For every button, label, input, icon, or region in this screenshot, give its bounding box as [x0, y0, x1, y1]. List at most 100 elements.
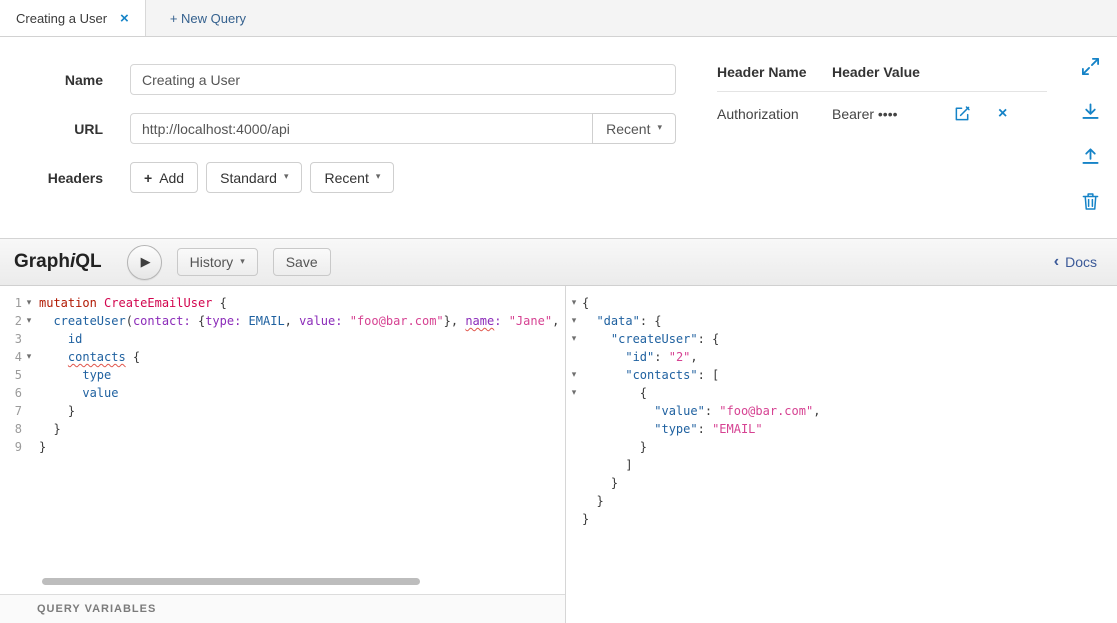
headers-table: Header Name Header Value Authorization B… [717, 64, 1047, 122]
header-value-column: Header Value [832, 64, 952, 80]
save-label: Save [286, 254, 318, 270]
result-line: ▾ "contacts": [ [566, 366, 1117, 384]
logo-graph: Graph [14, 251, 70, 272]
headers-table-header: Header Name Header Value [717, 64, 1047, 92]
result-code: ▾{▾ "data": {▾ "createUser": { "id": "2"… [566, 286, 1117, 528]
query-line: 2▾ createUser(contact: {type: EMAIL, val… [0, 312, 565, 330]
code-text: "id": "2", [582, 348, 698, 366]
result-line: ] [566, 456, 1117, 474]
header-row: Authorization Bearer •••• × [717, 92, 1047, 122]
fold-gutter [566, 402, 582, 420]
code-text: "createUser": { [582, 330, 719, 348]
code-text: "value": "foo@bar.com", [582, 402, 820, 420]
code-text: } [36, 420, 61, 438]
code-text: mutation CreateEmailUser { [36, 294, 227, 312]
new-query-button[interactable]: + New Query [146, 0, 270, 36]
url-input-group: Recent ▾ [130, 113, 676, 144]
fold-toggle-icon[interactable]: ▾ [566, 384, 582, 402]
graphiql-toolbar: GraphiQL ▶ History ▾ Save ‹ Docs [0, 238, 1117, 286]
name-label: Name [0, 72, 103, 88]
history-button[interactable]: History ▾ [177, 248, 258, 276]
headers-recent-button[interactable]: Recent ▾ [310, 162, 394, 193]
code-text: "type": "EMAIL" [582, 420, 763, 438]
name-input[interactable] [130, 64, 676, 95]
line-number: 8 [0, 420, 22, 438]
result-pane: ▾{▾ "data": {▾ "createUser": { "id": "2"… [566, 286, 1117, 623]
plus-icon: + [144, 170, 152, 186]
url-label: URL [0, 121, 103, 137]
fold-toggle-icon[interactable]: ▾ [566, 366, 582, 384]
fold-toggle-icon[interactable]: ▾ [566, 294, 582, 312]
logo-ql: QL [75, 251, 101, 272]
fold-gutter [22, 384, 36, 402]
result-line: ▾ "data": { [566, 312, 1117, 330]
close-tab-icon[interactable]: × [120, 11, 129, 26]
horizontal-scrollbar[interactable] [42, 578, 420, 585]
play-icon: ▶ [141, 256, 151, 269]
query-variables-bar[interactable]: QUERY VARIABLES [0, 594, 565, 623]
fold-toggle-icon[interactable]: ▾ [566, 330, 582, 348]
code-text: } [582, 510, 589, 528]
line-number: 1 [0, 294, 22, 312]
result-line: } [566, 492, 1117, 510]
url-recent-label: Recent [606, 121, 650, 137]
fold-toggle-icon[interactable]: ▾ [22, 312, 36, 330]
code-text: value [36, 384, 118, 402]
code-text: } [582, 474, 618, 492]
code-text: createUser(contact: {type: EMAIL, value:… [36, 312, 559, 330]
fold-gutter [566, 492, 582, 510]
code-text: "contacts": [ [582, 366, 719, 384]
header-name-column: Header Name [717, 64, 832, 80]
headers-label: Headers [0, 170, 103, 186]
query-line: 3 id [0, 330, 565, 348]
trash-icon[interactable] [1082, 192, 1099, 211]
execute-query-button[interactable]: ▶ [127, 245, 162, 280]
fold-toggle-icon[interactable]: ▾ [566, 312, 582, 330]
query-line: 5 type [0, 366, 565, 384]
result-line: "id": "2", [566, 348, 1117, 366]
fold-toggle-icon[interactable]: ▾ [22, 294, 36, 312]
expand-window-icon[interactable] [1081, 57, 1100, 76]
url-recent-button[interactable]: Recent ▾ [592, 113, 676, 144]
line-number: 5 [0, 366, 22, 384]
docs-label: Docs [1065, 254, 1097, 270]
query-variables-title: QUERY VARIABLES [37, 603, 156, 615]
result-line: } [566, 474, 1117, 492]
fold-gutter [22, 438, 36, 456]
code-text: { [582, 384, 647, 402]
code-text: id [36, 330, 82, 348]
edit-header-icon[interactable] [954, 105, 971, 122]
query-line: 8 } [0, 420, 565, 438]
fold-gutter [566, 438, 582, 456]
line-number: 7 [0, 402, 22, 420]
standard-headers-button[interactable]: Standard ▾ [206, 162, 302, 193]
remove-header-icon[interactable]: × [998, 106, 1007, 122]
line-number: 3 [0, 330, 22, 348]
url-input[interactable] [130, 113, 593, 144]
result-line: ▾{ [566, 294, 1117, 312]
code-text: { [582, 294, 589, 312]
result-line: "value": "foo@bar.com", [566, 402, 1117, 420]
code-text: ] [582, 456, 633, 474]
line-number: 6 [0, 384, 22, 402]
docs-toggle[interactable]: ‹ Docs [1054, 254, 1103, 270]
graphiql-logo: GraphiQL [14, 251, 102, 273]
code-text: "data": { [582, 312, 662, 330]
fold-toggle-icon[interactable]: ▾ [22, 348, 36, 366]
download-query-icon[interactable] [1081, 102, 1100, 121]
editor-area: 1▾mutation CreateEmailUser {2▾ createUse… [0, 286, 1117, 623]
standard-headers-label: Standard [220, 170, 277, 186]
line-number: 2 [0, 312, 22, 330]
query-line: 1▾mutation CreateEmailUser { [0, 294, 565, 312]
headers-buttons: + Add Standard ▾ Recent ▾ [130, 162, 394, 193]
add-header-button[interactable]: + Add [130, 162, 198, 193]
fold-gutter [22, 402, 36, 420]
tab-bar: Creating a User × + New Query [0, 0, 1117, 37]
result-line: } [566, 438, 1117, 456]
save-button[interactable]: Save [273, 248, 331, 276]
header-name-cell: Authorization [717, 106, 832, 122]
query-editor[interactable]: 1▾mutation CreateEmailUser {2▾ createUse… [0, 286, 566, 623]
fold-gutter [22, 366, 36, 384]
tab-creating-a-user[interactable]: Creating a User × [0, 0, 146, 36]
upload-query-icon[interactable] [1081, 147, 1100, 166]
